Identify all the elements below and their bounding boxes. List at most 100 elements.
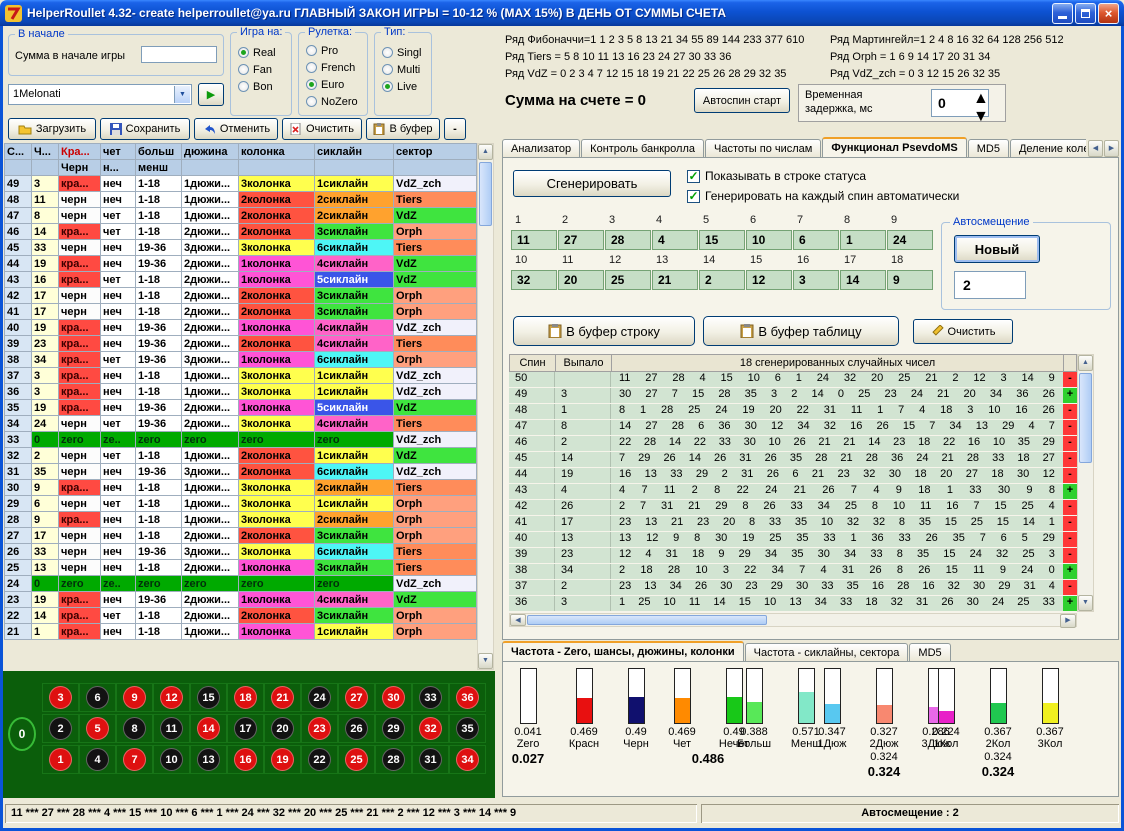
radio-Bon[interactable]: Bon bbox=[238, 78, 276, 95]
tab-Функционал PsevdoMS[interactable]: Функционал PsevdoMS bbox=[822, 137, 966, 158]
board-number-9[interactable]: 9 bbox=[123, 686, 146, 709]
collapse-button[interactable]: - bbox=[444, 118, 466, 140]
tab-scroll-left-icon[interactable]: ◀ bbox=[1088, 140, 1103, 157]
tab-Анализатор[interactable]: Анализатор bbox=[502, 139, 580, 158]
board-number-2[interactable]: 2 bbox=[49, 717, 72, 740]
generate-button[interactable]: Сгенерировать bbox=[513, 170, 671, 197]
board-number-14[interactable]: 14 bbox=[197, 717, 220, 740]
generated-number: 20 bbox=[770, 404, 782, 419]
tab-scroll-right-icon[interactable]: ▶ bbox=[1104, 140, 1119, 157]
scroll-down-icon[interactable]: ▼ bbox=[478, 653, 493, 669]
history-scrollbar[interactable]: ▲ ▼ bbox=[477, 143, 494, 670]
clear-button[interactable]: Очистить bbox=[282, 118, 362, 140]
board-number-31[interactable]: 31 bbox=[419, 748, 442, 771]
board-zero[interactable]: 0 bbox=[8, 717, 36, 751]
tab-Контроль банкролла[interactable]: Контроль банкролла bbox=[581, 139, 704, 158]
generated-hscrollbar-thumb[interactable] bbox=[527, 615, 767, 625]
board-number-33[interactable]: 33 bbox=[419, 686, 442, 709]
board-number-12[interactable]: 12 bbox=[160, 686, 183, 709]
generated-table-scrollbar[interactable]: ▲ ▼ bbox=[1077, 354, 1094, 612]
board-number-6[interactable]: 6 bbox=[86, 686, 109, 709]
board-number-15[interactable]: 15 bbox=[197, 686, 220, 709]
title-bar[interactable]: HelperRoullet 4.32- create helperroullet… bbox=[0, 0, 1124, 26]
preset-combobox[interactable]: 1Melonati ▼ bbox=[8, 84, 192, 105]
board-number-13[interactable]: 13 bbox=[197, 748, 220, 771]
board-number-5[interactable]: 5 bbox=[86, 717, 109, 740]
autogen-checkbox[interactable]: ✓ Генерировать на каждый спин автоматиче… bbox=[687, 189, 959, 203]
undo-button[interactable]: Отменить bbox=[194, 118, 278, 140]
status-line-checkbox[interactable]: ✓ Показывать в строке статуса bbox=[687, 169, 866, 183]
history-scrollbar-thumb[interactable] bbox=[479, 162, 492, 226]
board-number-18[interactable]: 18 bbox=[234, 686, 257, 709]
board-number-32[interactable]: 32 bbox=[419, 717, 442, 740]
board-number-17[interactable]: 17 bbox=[234, 717, 257, 740]
board-number-29[interactable]: 29 bbox=[382, 717, 405, 740]
tab-MD5[interactable]: MD5 bbox=[968, 139, 1009, 158]
scroll-up-icon[interactable]: ▲ bbox=[1078, 355, 1093, 371]
copy-buffer-button[interactable]: В буфер bbox=[366, 118, 440, 140]
board-number-8[interactable]: 8 bbox=[123, 717, 146, 740]
load-button[interactable]: Загрузить bbox=[8, 118, 96, 140]
radio-Fan[interactable]: Fan bbox=[238, 61, 276, 78]
board-number-16[interactable]: 16 bbox=[234, 748, 257, 771]
copy-row-button[interactable]: В буфер строку bbox=[513, 316, 695, 346]
autoshift-input[interactable] bbox=[954, 271, 1026, 299]
radio-Real[interactable]: Real bbox=[238, 44, 276, 61]
maximize-button[interactable] bbox=[1075, 3, 1096, 24]
play-button[interactable]: ▶ bbox=[198, 83, 224, 106]
spinner-up-icon[interactable]: ▲ bbox=[973, 90, 988, 108]
board-number-21[interactable]: 21 bbox=[271, 686, 294, 709]
board-number-26[interactable]: 26 bbox=[345, 717, 368, 740]
scroll-left-icon[interactable]: ◀ bbox=[510, 614, 526, 626]
radio-NoZero[interactable]: NoZero bbox=[306, 93, 358, 110]
scroll-down-icon[interactable]: ▼ bbox=[1078, 595, 1093, 611]
gen-clear-button[interactable]: Очистить bbox=[913, 319, 1013, 344]
history-header-cell: чет bbox=[101, 144, 136, 160]
generated-number: 28 bbox=[866, 452, 878, 467]
board-number-3[interactable]: 3 bbox=[49, 686, 72, 709]
board-number-19[interactable]: 19 bbox=[271, 748, 294, 771]
scroll-up-icon[interactable]: ▲ bbox=[478, 144, 493, 160]
tab-Деление колеса на[interactable]: Деление колеса на bbox=[1010, 139, 1086, 158]
board-number-27[interactable]: 27 bbox=[345, 686, 368, 709]
board-number-36[interactable]: 36 bbox=[456, 686, 479, 709]
minimize-button[interactable] bbox=[1052, 3, 1073, 24]
copy-table-button[interactable]: В буфер таблицу bbox=[703, 316, 899, 346]
board-number-28[interactable]: 28 bbox=[382, 748, 405, 771]
board-number-1[interactable]: 1 bbox=[49, 748, 72, 771]
board-number-24[interactable]: 24 bbox=[308, 686, 331, 709]
generated-table-hscrollbar[interactable]: ◀ ▶ bbox=[509, 613, 1077, 627]
scroll-right-icon[interactable]: ▶ bbox=[1060, 614, 1076, 628]
board-number-23[interactable]: 23 bbox=[308, 717, 331, 740]
board-number-11[interactable]: 11 bbox=[160, 717, 183, 740]
board-number-20[interactable]: 20 bbox=[271, 717, 294, 740]
spinner-down-icon[interactable]: ▼ bbox=[973, 108, 988, 126]
board-number-10[interactable]: 10 bbox=[160, 748, 183, 771]
radio-French[interactable]: French bbox=[306, 59, 358, 76]
radio-Pro[interactable]: Pro bbox=[306, 42, 358, 59]
board-number-7[interactable]: 7 bbox=[123, 748, 146, 771]
save-button[interactable]: Сохранить bbox=[100, 118, 190, 140]
close-button[interactable]: × bbox=[1098, 3, 1119, 24]
chevron-down-icon[interactable]: ▼ bbox=[174, 86, 190, 103]
autoshift-new-button[interactable]: Новый bbox=[954, 235, 1040, 263]
board-number-30[interactable]: 30 bbox=[382, 686, 405, 709]
freq-tab-0[interactable]: Частота - Zero, шансы, дюжины, колонки bbox=[502, 641, 744, 662]
board-number-25[interactable]: 25 bbox=[345, 748, 368, 771]
generated-scrollbar-thumb[interactable] bbox=[1079, 373, 1092, 463]
board-number-22[interactable]: 22 bbox=[308, 748, 331, 771]
board-number-4[interactable]: 4 bbox=[86, 748, 109, 771]
board-number-35[interactable]: 35 bbox=[456, 717, 479, 740]
freq-tab-1[interactable]: Частота - сиклайны, сектора bbox=[745, 643, 909, 662]
radio-Multi[interactable]: Multi bbox=[382, 61, 421, 78]
freq-tab-2[interactable]: MD5 bbox=[909, 643, 950, 662]
radio-Euro[interactable]: Euro bbox=[306, 76, 358, 93]
radio-Live[interactable]: Live bbox=[382, 78, 421, 95]
board-number-34[interactable]: 34 bbox=[456, 748, 479, 771]
tab-Частоты по числам[interactable]: Частоты по числам bbox=[705, 139, 821, 158]
autospin-button[interactable]: Автоспин старт bbox=[694, 88, 790, 113]
start-sum-input[interactable] bbox=[141, 46, 217, 63]
delay-spinner[interactable]: 0 ▲▼ bbox=[931, 89, 989, 117]
generated-number: 8 bbox=[897, 564, 903, 579]
radio-Singl[interactable]: Singl bbox=[382, 44, 421, 61]
